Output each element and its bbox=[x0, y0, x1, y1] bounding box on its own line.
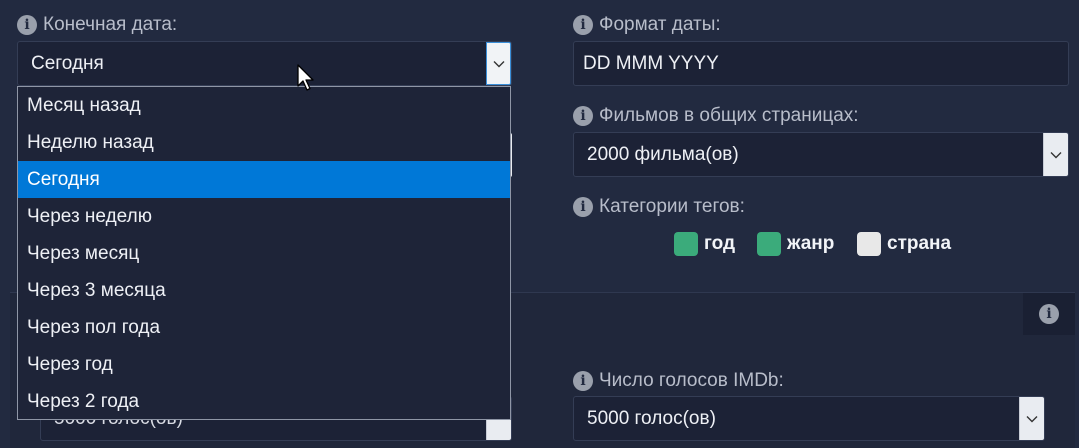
tag-year-toggle[interactable]: год bbox=[674, 232, 735, 256]
date-format-value: DD MMM YYYY bbox=[583, 52, 719, 74]
dropdown-option[interactable]: Через неделю bbox=[18, 198, 510, 235]
films-per-page-label: i Фильмов в общих страницах: bbox=[573, 105, 859, 127]
dropdown-option[interactable]: Неделю назад bbox=[18, 124, 510, 161]
dropdown-option[interactable]: Через 2 года bbox=[18, 383, 510, 420]
dropdown-option[interactable]: Через пол года bbox=[18, 309, 510, 346]
tag-year-label: год bbox=[704, 233, 736, 254]
dropdown-option[interactable]: Через год bbox=[18, 346, 510, 383]
info-icon[interactable]: i bbox=[573, 15, 593, 35]
tag-categories-label: i Категории тегов: bbox=[573, 196, 745, 218]
chevron-down-icon[interactable] bbox=[1043, 133, 1068, 176]
info-icon[interactable]: i bbox=[573, 197, 593, 217]
dropdown-option[interactable]: Месяц назад bbox=[18, 87, 510, 124]
panel-info-button[interactable]: i bbox=[1023, 293, 1075, 335]
tag-genre-swatch[interactable] bbox=[757, 232, 781, 256]
tag-country-toggle[interactable]: страна bbox=[857, 232, 951, 256]
imdb-votes-label: i Число голосов IMDb: bbox=[573, 370, 784, 392]
info-icon: i bbox=[1039, 304, 1059, 324]
imdb-votes-value: 5000 голос(ов) bbox=[587, 407, 716, 429]
imdb-votes-label-text: Число голосов IMDb: bbox=[599, 370, 784, 391]
tag-year-swatch[interactable] bbox=[674, 232, 698, 256]
tag-country-swatch[interactable] bbox=[857, 232, 881, 256]
tag-country-label: страна bbox=[887, 233, 952, 254]
date-format-label-text: Формат даты: bbox=[599, 14, 721, 35]
mouse-cursor-icon bbox=[297, 64, 315, 97]
dropdown-option[interactable]: Через месяц bbox=[18, 235, 510, 272]
films-per-page-label-text: Фильмов в общих страницах: bbox=[599, 105, 859, 126]
dropdown-option-selected[interactable]: Сегодня bbox=[18, 161, 510, 198]
info-icon[interactable]: i bbox=[573, 106, 593, 126]
tag-genre-label: жанр bbox=[787, 233, 835, 254]
dropdown-option[interactable]: Через 3 месяца bbox=[18, 272, 510, 309]
films-per-page-select[interactable]: 2000 фильма(ов) bbox=[573, 132, 1069, 177]
imdb-votes-select[interactable]: 5000 голос(ов) bbox=[573, 396, 1045, 441]
end-date-label-text: Конечная дата: bbox=[43, 14, 178, 35]
tag-genre-toggle[interactable]: жанр bbox=[757, 232, 834, 256]
end-date-value: Сегодня bbox=[31, 52, 104, 74]
info-icon[interactable]: i bbox=[573, 371, 593, 391]
date-format-label: i Формат даты: bbox=[573, 14, 721, 36]
tag-categories-label-text: Категории тегов: bbox=[599, 196, 745, 217]
chevron-down-icon[interactable] bbox=[1019, 397, 1044, 440]
end-date-select[interactable]: Сегодня bbox=[17, 41, 512, 86]
info-icon[interactable]: i bbox=[17, 15, 37, 35]
chevron-down-icon[interactable] bbox=[486, 42, 511, 85]
films-per-page-value: 2000 фильма(ов) bbox=[587, 143, 739, 165]
date-format-input[interactable]: DD MMM YYYY bbox=[573, 41, 1069, 86]
end-date-label: i Конечная дата: bbox=[17, 14, 177, 36]
end-date-dropdown[interactable]: Месяц назад Неделю назад Сегодня Через н… bbox=[17, 86, 511, 420]
